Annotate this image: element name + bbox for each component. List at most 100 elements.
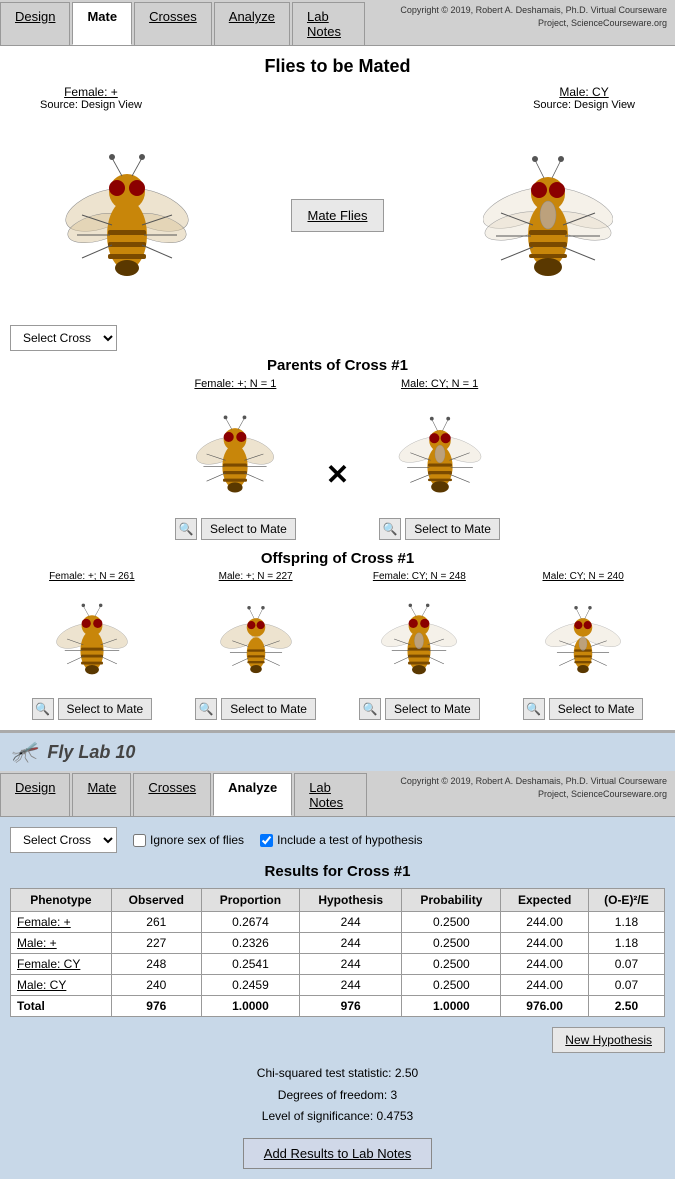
cell-1-5: 244.00 — [501, 933, 589, 954]
degrees-row: Degrees of freedom: 3 — [10, 1085, 665, 1107]
copyright-1: Copyright © 2019, Robert A. Deshamais, P… — [367, 0, 675, 45]
tab-crosses-1[interactable]: Crosses — [134, 2, 212, 45]
cell-1-1: 227 — [111, 933, 201, 954]
ignore-sex-label[interactable]: Ignore sex of flies — [133, 833, 244, 847]
cell-3-2: 0.2459 — [201, 975, 299, 996]
cell-2-3: 244 — [299, 954, 401, 975]
include-hypothesis-label[interactable]: Include a test of hypothesis — [260, 833, 422, 847]
col-header-expected: Expected — [501, 889, 589, 912]
significance-row: Level of significance: 0.4753 — [10, 1106, 665, 1128]
tab-labnotes-2[interactable]: Lab Notes — [294, 773, 367, 816]
chi-squared-label: Chi-squared test statistic: — [257, 1066, 392, 1080]
main-flies-row: Mate Flies — [10, 115, 665, 315]
offspring-2-select-mate[interactable]: Select to Mate — [385, 698, 480, 720]
new-hypothesis-button[interactable]: New Hypothesis — [552, 1027, 665, 1053]
cell-4-0: Total — [11, 996, 112, 1017]
female-parent-col: Female: +; N = 1 — [175, 378, 296, 540]
tab-design-2[interactable]: Design — [0, 773, 70, 816]
cell-2-5: 244.00 — [501, 954, 589, 975]
male-parent-select-mate[interactable]: Select to Mate — [405, 518, 500, 540]
offspring-3-select-mate[interactable]: Select to Mate — [549, 698, 644, 720]
offspring-row: Female: +; N = 261 — [10, 571, 665, 720]
cell-2-2: 0.2541 — [201, 954, 299, 975]
table-row: Male: CY2400.24592440.2500244.000.07 — [11, 975, 665, 996]
analyze-controls: Select Cross Ignore sex of flies Include… — [10, 827, 665, 853]
male-label: Male: CY — [533, 85, 635, 99]
mate-flies-button[interactable]: Mate Flies — [291, 199, 385, 232]
male-parent-mate-row: 🔍 Select to Mate — [379, 518, 500, 540]
nav-bar-1: Design Mate Crosses Analyze Lab Notes Co… — [0, 0, 675, 46]
offspring-3-magnify[interactable]: 🔍 — [523, 698, 545, 720]
flylab-footer: 🦟 Fly Lab 10 — [0, 733, 675, 771]
cell-0-1: 261 — [111, 912, 201, 933]
table-row: Total9761.00009761.0000976.002.50 — [11, 996, 665, 1017]
cell-0-4: 0.2500 — [402, 912, 501, 933]
cell-0-3: 244 — [299, 912, 401, 933]
cell-2-4: 0.2500 — [402, 954, 501, 975]
tab-analyze-1[interactable]: Analyze — [214, 2, 290, 45]
offspring-1-magnify[interactable]: 🔍 — [195, 698, 217, 720]
col-header-phenotype: Phenotype — [11, 889, 112, 912]
cell-4-1: 976 — [111, 996, 201, 1017]
copyright-2: Copyright © 2019, Robert A. Deshamais, P… — [369, 771, 675, 816]
male-fly-image — [478, 115, 618, 315]
offspring-0-select-mate[interactable]: Select to Mate — [58, 698, 153, 720]
female-parent-label: Female: +; N = 1 — [194, 378, 276, 390]
tab-mate-2[interactable]: Mate — [72, 773, 131, 816]
tab-crosses-2[interactable]: Crosses — [133, 773, 211, 816]
col-header-hypothesis: Hypothesis — [299, 889, 401, 912]
select-cross-bar: Select Cross — [10, 325, 665, 351]
cell-0-2: 0.2674 — [201, 912, 299, 933]
male-source: Source: Design View — [533, 99, 635, 111]
female-fly-image — [57, 115, 197, 315]
offspring-label-2: Female: CY; N = 248 — [373, 571, 466, 582]
parents-title: Parents of Cross #1 — [10, 357, 665, 374]
ignore-sex-checkbox[interactable] — [133, 834, 146, 847]
cell-0-6: 1.18 — [588, 912, 664, 933]
tab-design-1[interactable]: Design — [0, 2, 70, 45]
offspring-female-plus: Female: +; N = 261 — [32, 571, 153, 720]
tab-labnotes-1[interactable]: Lab Notes — [292, 2, 365, 45]
offspring-2-magnify[interactable]: 🔍 — [359, 698, 381, 720]
offspring-0-magnify[interactable]: 🔍 — [32, 698, 54, 720]
tab-mate-1[interactable]: Mate — [72, 2, 132, 45]
female-parent-magnify[interactable]: 🔍 — [175, 518, 197, 540]
offspring-label-3: Male: CY; N = 240 — [542, 571, 623, 582]
include-hypothesis-checkbox[interactable] — [260, 834, 273, 847]
cell-1-0: Male: + — [11, 933, 112, 954]
male-parent-label: Male: CY; N = 1 — [401, 378, 478, 390]
offspring-male-cy: Male: CY; N = 240 — [523, 571, 644, 720]
female-parent-select-mate[interactable]: Select to Mate — [201, 518, 296, 540]
analyze-section: Select Cross Ignore sex of flies Include… — [0, 817, 675, 1179]
cell-0-0: Female: + — [11, 912, 112, 933]
cross-symbol: ✕ — [326, 428, 349, 491]
results-table: Phenotype Observed Proportion Hypothesis… — [10, 888, 665, 1017]
fly-headers: Female: + Source: Design View Male: CY S… — [10, 85, 665, 111]
offspring-1-select-mate[interactable]: Select to Mate — [221, 698, 316, 720]
mate-title: Flies to be Mated — [10, 56, 665, 77]
cell-4-4: 1.0000 — [402, 996, 501, 1017]
parents-section: Select Cross Parents of Cross #1 Female:… — [10, 325, 665, 720]
significance-label: Level of significance: — [262, 1109, 373, 1123]
table-row: Male: +2270.23262440.2500244.001.18 — [11, 933, 665, 954]
flylab-title: Fly Lab 10 — [47, 742, 135, 763]
cell-1-2: 0.2326 — [201, 933, 299, 954]
results-title: Results for Cross #1 — [10, 863, 665, 880]
female-parent-mate-row: 🔍 Select to Mate — [175, 518, 296, 540]
cell-2-6: 0.07 — [588, 954, 664, 975]
analyze-select-cross[interactable]: Select Cross — [10, 827, 117, 853]
tab-analyze-2[interactable]: Analyze — [213, 773, 292, 816]
cell-3-6: 0.07 — [588, 975, 664, 996]
add-results-button[interactable]: Add Results to Lab Notes — [243, 1138, 432, 1169]
cell-1-6: 1.18 — [588, 933, 664, 954]
cell-1-4: 0.2500 — [402, 933, 501, 954]
cell-3-1: 240 — [111, 975, 201, 996]
select-cross-dropdown[interactable]: Select Cross — [10, 325, 117, 351]
cell-4-6: 2.50 — [588, 996, 664, 1017]
male-parent-col: Male: CY; N = 1 — [379, 378, 500, 540]
table-row: Female: CY2480.25412440.2500244.000.07 — [11, 954, 665, 975]
offspring-label-1: Male: +; N = 227 — [219, 571, 293, 582]
male-parent-magnify[interactable]: 🔍 — [379, 518, 401, 540]
nav-bar-2: Design Mate Crosses Analyze Lab Notes Co… — [0, 771, 675, 817]
female-label: Female: + — [40, 85, 142, 99]
